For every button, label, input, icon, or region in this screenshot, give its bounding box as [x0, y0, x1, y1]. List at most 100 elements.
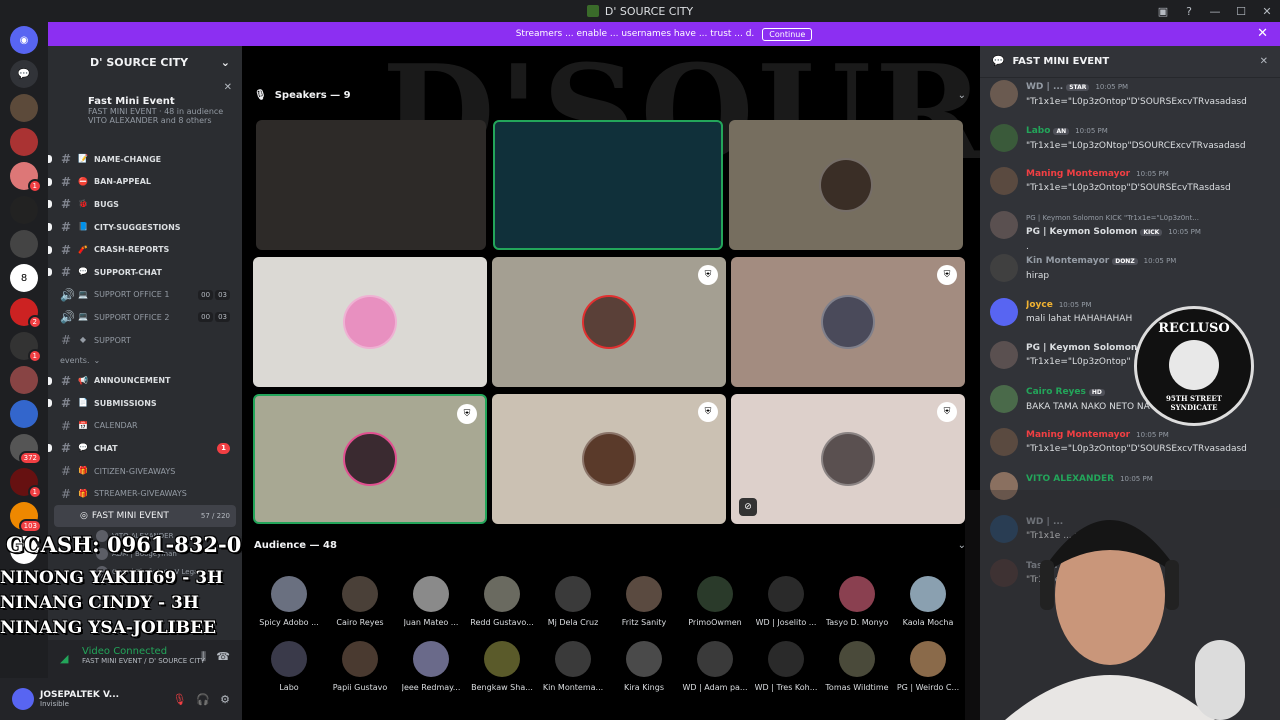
channel-support-office-1[interactable]: 🔊 💻 SUPPORT OFFICE 1 00 03 — [48, 284, 242, 307]
avatar[interactable] — [12, 688, 34, 710]
server-icon[interactable]: 1 — [10, 468, 42, 499]
audience-member[interactable]: Cairo Reyes — [325, 576, 395, 627]
audience-member[interactable]: Tomas Wildtime — [822, 641, 892, 692]
minimize-button[interactable]: — — [1202, 0, 1228, 22]
speaker-tile[interactable]: ⛨ — [492, 257, 726, 387]
author-name[interactable]: PG | Keymon Solomon — [1026, 227, 1137, 237]
inbox-icon[interactable]: ▣ — [1150, 0, 1176, 22]
chat-message[interactable]: Maning Montemayor 10:05 PM "Tr1x1e="L0p3zO… — [990, 428, 1270, 456]
maximize-button[interactable]: ☐ — [1228, 0, 1254, 22]
speakers-header[interactable]: 🎙 Speakers — 9 — [254, 86, 351, 104]
channel-support[interactable]: # ◆ SUPPORT — [48, 329, 242, 352]
speaker-tile[interactable]: ⛨ — [731, 257, 965, 387]
server-header[interactable]: D' SOURCE CITY ⌄ — [48, 46, 242, 78]
server-icon[interactable]: 1 — [10, 162, 42, 193]
discord-home-icon[interactable]: ◉ — [10, 26, 38, 54]
speaker-tile[interactable] — [253, 257, 487, 387]
author-name[interactable]: WD | ... — [1026, 82, 1063, 92]
channel-citizen-giveaways[interactable]: # 🎁 CITIZEN-GIVEAWAYS — [48, 460, 242, 483]
voice-location[interactable]: FAST MINI EVENT / D' SOURCE CITY — [82, 657, 232, 665]
voice-channel-active[interactable]: ◎ FAST MINI EVENT 57 / 220 — [54, 504, 236, 527]
channel-chat[interactable]: # 💬 CHAT 1 — [48, 437, 242, 460]
avatar — [768, 641, 804, 677]
chat-message[interactable]: PG | Keymon Solomon KICK "Tr1x1e="L0p3z0… — [990, 210, 1270, 254]
banner-continue-button[interactable]: Continue — [762, 27, 813, 41]
chat-message[interactable]: Maning Montemayor 10:05 PM "Tr1x1e="L0p3zO… — [990, 167, 1270, 195]
author-name[interactable]: PG | Keymon Solomon — [1026, 343, 1137, 353]
server-icon[interactable] — [10, 196, 38, 224]
channel-ban-appeal[interactable]: # ⛔ BAN-APPEAL — [48, 171, 242, 194]
channel-city-suggestions[interactable]: # 📘 CITY-SUGGESTIONS — [48, 216, 242, 239]
mute-icon[interactable]: 🎙 — [172, 693, 186, 706]
server-icon[interactable]: 8 — [10, 264, 38, 292]
server-icon[interactable]: 372 — [10, 434, 42, 465]
speaker-tile[interactable]: ⛨ — [492, 394, 726, 524]
audience-member[interactable]: WD | Adam pa... — [680, 641, 750, 692]
close-icon[interactable]: ✕ — [224, 82, 232, 93]
channel-crash-reports[interactable]: # 🧨 CRASH-REPORTS — [48, 238, 242, 261]
audience-member[interactable]: Redd Gustavo... — [467, 576, 537, 627]
audience-member[interactable]: Fritz Sanity — [609, 576, 679, 627]
audience-member[interactable]: Kin Montema... — [538, 641, 608, 692]
audience-member[interactable]: Papii Gustavo — [325, 641, 395, 692]
audience-member[interactable]: Kaola Mocha — [893, 576, 963, 627]
audience-member[interactable]: Mj Dela Cruz — [538, 576, 608, 627]
server-icon[interactable] — [10, 230, 38, 258]
author-name[interactable]: Maning Montemayor — [1026, 430, 1130, 440]
category-events[interactable]: events. ⌄ — [48, 351, 242, 369]
audience-header[interactable]: Audience — 48 — [254, 536, 337, 554]
close-icon[interactable]: ✕ — [1257, 26, 1268, 41]
disconnect-icon[interactable]: ☎ — [216, 650, 230, 663]
server-icon[interactable] — [10, 366, 38, 394]
author-name[interactable]: Kin Montemayor — [1026, 256, 1109, 266]
audience-member[interactable]: Bengkaw Sha... — [467, 641, 537, 692]
speaker-video-tile[interactable] — [256, 120, 486, 250]
audience-member[interactable]: Labo — [254, 641, 324, 692]
channel-support-office-2[interactable]: 🔊 💻 SUPPORT OFFICE 2 00 03 — [48, 306, 242, 329]
audience-member[interactable]: PrimoOwmen — [680, 576, 750, 627]
author-name[interactable]: Labo — [1026, 126, 1050, 136]
speaker-video-tile[interactable] — [493, 120, 723, 250]
server-icon[interactable]: 2 — [10, 298, 42, 329]
channel-submissions[interactable]: # 📄 SUBMISSIONS — [48, 392, 242, 415]
server-icon[interactable]: 1 — [10, 332, 42, 363]
chat-message[interactable]: WD | ... STAR 10:05 PM "Tr1x1e="L0p3zOntop"… — [990, 80, 1270, 109]
server-icon[interactable] — [10, 128, 38, 156]
server-icon[interactable] — [10, 94, 38, 122]
server-icon[interactable]: 103 — [10, 502, 42, 533]
channel-name-change[interactable]: # 📝 NAME-CHANGE — [48, 148, 242, 171]
chat-message[interactable]: Kin Montemayor DONZ 10:05 PM hirap — [990, 254, 1270, 283]
headphones-icon[interactable]: 🎧 — [196, 693, 210, 706]
author-name[interactable]: Cairo Reyes — [1026, 387, 1086, 397]
audience-member[interactable]: Tasyo D. Monyo — [822, 576, 892, 627]
speaker-tile[interactable]: ⛨ — [253, 394, 487, 524]
author-name[interactable]: Maning Montemayor — [1026, 169, 1130, 179]
server-icon[interactable] — [10, 400, 38, 428]
gear-icon[interactable]: ⚙ — [220, 693, 230, 706]
channel-calendar[interactable]: # 📅 CALENDAR — [48, 415, 242, 438]
chevron-down-icon[interactable]: ⌄ — [958, 90, 966, 101]
channel-support-chat[interactable]: # 💬 SUPPORT-CHAT — [48, 261, 242, 284]
audience-member[interactable]: PG | Weirdo C... — [893, 641, 963, 692]
speaker-tile[interactable] — [729, 120, 963, 250]
help-icon[interactable]: ? — [1176, 0, 1202, 22]
channel-streamer-giveaways[interactable]: # 🎁 STREAMER-GIVEAWAYS — [48, 482, 242, 505]
audience-member[interactable]: Juan Mateo ... — [396, 576, 466, 627]
speaker-tile[interactable]: ⛨ ⊘ — [731, 394, 965, 524]
author-name[interactable]: VITO ALEXANDER — [1026, 474, 1114, 484]
audience-member[interactable]: WD | Joselito ... — [751, 576, 821, 627]
audience-member[interactable]: Spicy Adobo ... — [254, 576, 324, 627]
author-name[interactable]: Joyce — [1026, 300, 1053, 310]
close-icon[interactable]: ✕ — [1260, 56, 1268, 67]
signal-icon[interactable]: ◢ — [60, 652, 68, 665]
audience-member[interactable]: Kira Kings — [609, 641, 679, 692]
event-card[interactable]: ✕ Fast Mini Event FAST MINI EVENT · 48 i… — [48, 78, 242, 148]
channel-announcement[interactable]: # 📢 ANNOUNCEMENT — [48, 369, 242, 392]
channel-bugs[interactable]: # 🐞 BUGS — [48, 193, 242, 216]
audience-member[interactable]: WD | Tres Koh... — [751, 641, 821, 692]
chat-message[interactable]: Labo AN 10:05 PM "Tr1x1e="L0p3zONtop"DSOURC… — [990, 123, 1270, 153]
audience-member[interactable]: Jeee Redmay... — [396, 641, 466, 692]
soundboard-icon[interactable]: ⫼ — [201, 650, 206, 664]
close-window-button[interactable]: ✕ — [1254, 0, 1280, 22]
direct-messages-icon[interactable]: 💬 — [10, 60, 38, 88]
